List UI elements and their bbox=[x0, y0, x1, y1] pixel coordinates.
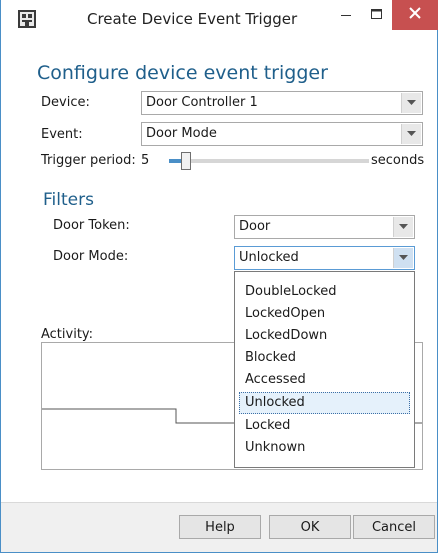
dropdown-option[interactable]: Unknown bbox=[239, 437, 410, 459]
dropdown-option-selected[interactable]: Unlocked bbox=[239, 392, 410, 414]
close-icon bbox=[409, 7, 421, 23]
cancel-button[interactable]: Cancel bbox=[353, 515, 435, 539]
device-trigger-icon bbox=[17, 9, 37, 29]
dropdown-option[interactable]: LockedDown bbox=[239, 325, 410, 347]
door-token-combobox[interactable]: Door bbox=[234, 215, 415, 239]
trigger-period-value: 5 bbox=[141, 153, 150, 168]
close-button[interactable] bbox=[392, 0, 438, 30]
title-bar[interactable]: Create Device Event Trigger bbox=[1, 0, 438, 40]
dropdown-option[interactable]: Accessed bbox=[239, 369, 410, 391]
chevron-down-icon[interactable] bbox=[401, 124, 421, 144]
door-mode-value: Unlocked bbox=[239, 250, 299, 265]
filters-heading: Filters bbox=[43, 190, 94, 210]
device-label: Device: bbox=[41, 95, 90, 110]
chevron-down-icon[interactable] bbox=[393, 248, 413, 268]
event-label: Event: bbox=[41, 127, 83, 142]
door-mode-dropdown-list[interactable]: DoubleLocked LockedOpen LockedDown Block… bbox=[234, 271, 415, 468]
device-combobox[interactable]: Door Controller 1 bbox=[141, 91, 423, 115]
dropdown-option[interactable]: DoubleLocked bbox=[239, 281, 410, 303]
maximize-button[interactable] bbox=[361, 0, 391, 30]
maximize-icon bbox=[370, 8, 382, 23]
device-value: Door Controller 1 bbox=[146, 95, 258, 110]
minimize-icon bbox=[341, 8, 351, 23]
chevron-down-icon[interactable] bbox=[393, 217, 413, 237]
dropdown-option[interactable]: LockedOpen bbox=[239, 303, 410, 325]
activity-label: Activity: bbox=[41, 327, 94, 342]
event-value: Door Mode bbox=[146, 126, 217, 141]
window-title: Create Device Event Trigger bbox=[87, 10, 298, 28]
chevron-down-icon[interactable] bbox=[401, 93, 421, 113]
configure-heading: Configure device event trigger bbox=[37, 62, 328, 84]
trigger-period-slider[interactable] bbox=[169, 152, 369, 170]
door-token-label: Door Token: bbox=[53, 218, 130, 233]
door-token-value: Door bbox=[239, 219, 271, 234]
dialog-window: Create Device Event Trigger Configure de… bbox=[0, 0, 438, 553]
minimize-button[interactable] bbox=[331, 0, 361, 30]
dropdown-option[interactable]: Locked bbox=[239, 415, 410, 437]
trigger-period-label: Trigger period: bbox=[41, 153, 136, 168]
event-combobox[interactable]: Door Mode bbox=[141, 122, 423, 146]
ok-button[interactable]: OK bbox=[269, 515, 351, 539]
door-mode-label: Door Mode: bbox=[53, 249, 129, 264]
trigger-period-unit: seconds bbox=[371, 153, 425, 168]
slider-thumb[interactable] bbox=[181, 152, 191, 170]
dialog-footer: Help OK Cancel bbox=[1, 502, 437, 552]
door-mode-combobox[interactable]: Unlocked bbox=[234, 246, 415, 270]
help-button[interactable]: Help bbox=[179, 515, 261, 539]
dropdown-option[interactable]: Blocked bbox=[239, 347, 410, 369]
